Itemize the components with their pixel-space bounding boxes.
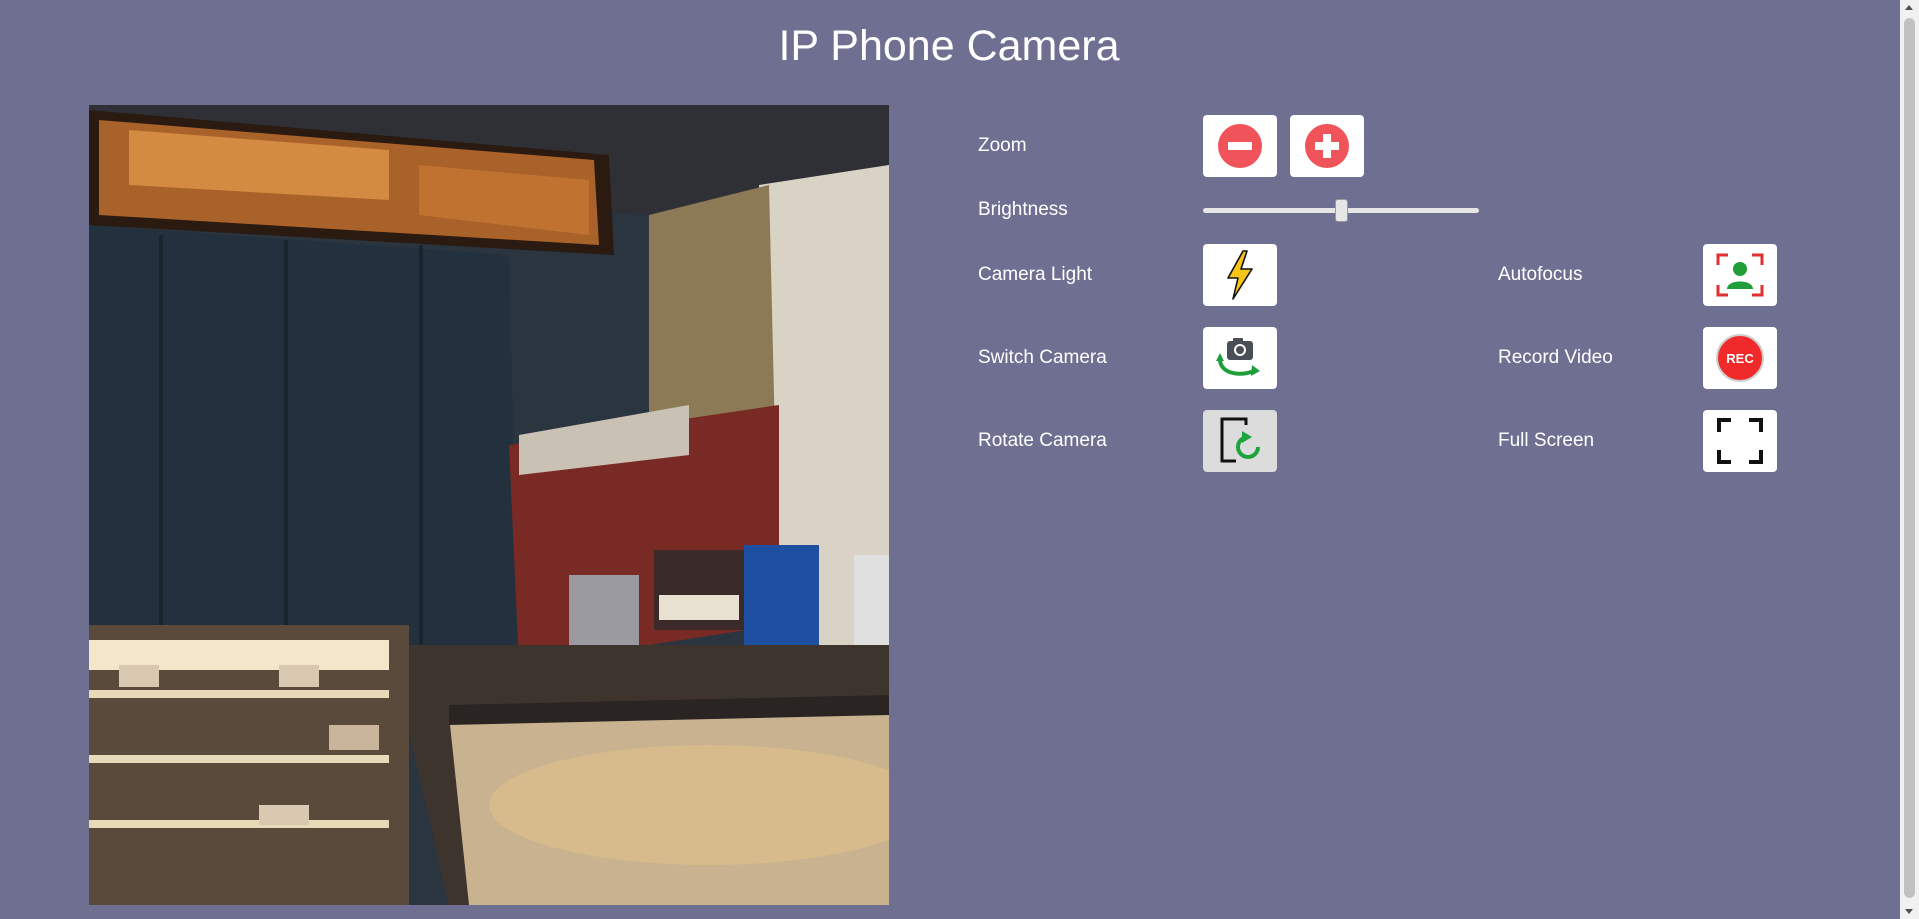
brightness-label: Brightness (978, 199, 1068, 220)
scroll-up-arrow-icon[interactable] (1905, 5, 1913, 10)
zoom-out-button[interactable] (1203, 115, 1277, 177)
full-screen-button[interactable] (1703, 410, 1777, 472)
full-screen-label: Full Screen (1498, 430, 1595, 451)
page-title: IP Phone Camera (778, 22, 1120, 70)
autofocus-label: Autofocus (1498, 264, 1583, 285)
record-video-label: Record Video (1498, 347, 1613, 368)
focus-person-icon (1716, 253, 1764, 297)
zoom-label: Zoom (978, 135, 1027, 156)
rotate-icon (1220, 417, 1260, 463)
zoom-in-button[interactable] (1290, 115, 1364, 177)
minus-circle-icon (1218, 124, 1262, 168)
fullscreen-icon (1717, 418, 1763, 464)
camera-feed-image (89, 105, 889, 905)
record-badge-text: REC (1726, 350, 1754, 366)
camera-light-button[interactable] (1203, 244, 1277, 306)
rotate-camera-button[interactable] (1203, 410, 1277, 472)
scroll-down-arrow-icon[interactable] (1905, 909, 1913, 914)
autofocus-button[interactable] (1703, 244, 1777, 306)
record-video-button[interactable]: REC (1703, 327, 1777, 389)
switch-camera-label: Switch Camera (978, 347, 1107, 368)
rotate-camera-label: Rotate Camera (978, 430, 1107, 451)
brightness-slider-thumb[interactable] (1335, 199, 1348, 222)
vertical-scrollbar[interactable] (1900, 0, 1919, 919)
camera-light-label: Camera Light (978, 264, 1093, 285)
plus-circle-icon (1305, 124, 1349, 168)
camera-feed (89, 105, 889, 905)
switch-camera-button[interactable] (1203, 327, 1277, 389)
camera-switch-icon (1216, 338, 1260, 376)
lightning-icon (1227, 250, 1253, 300)
scrollbar-thumb[interactable] (1904, 18, 1915, 898)
record-icon: REC (1716, 334, 1764, 382)
page: IP Phone Camera Zoom Brightness Camera L… (0, 0, 1919, 919)
